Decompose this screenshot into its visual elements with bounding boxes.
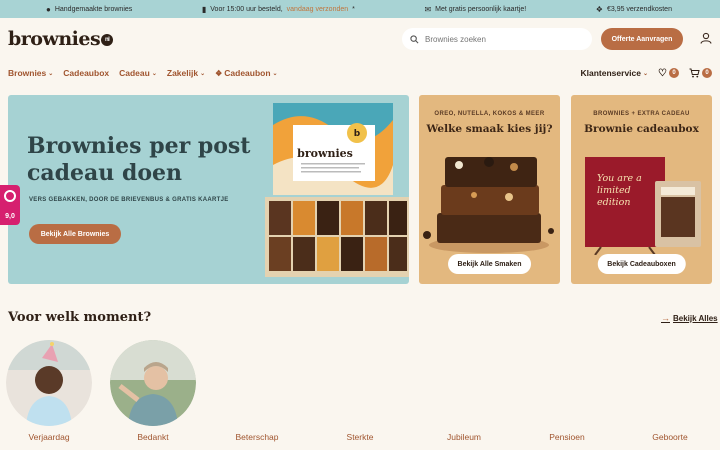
nav-brownies-label: Brownies <box>8 68 47 78</box>
nav-item-cadeaubox[interactable]: Cadeaubox <box>63 68 109 78</box>
arrow-right-icon: → <box>661 313 670 323</box>
usp-shipping-accent: vandaag verzonden <box>286 5 349 13</box>
moment-label-sterkte[interactable]: Sterkte <box>315 432 405 442</box>
moment-label-jubileum[interactable]: Jubileum <box>419 432 509 442</box>
wishlist-count: 0 <box>669 68 679 78</box>
moment-bedankt-image[interactable] <box>110 340 196 431</box>
usp-card: ✉ Met gratis persoonlijk kaartje! <box>424 5 526 14</box>
box-logo: brownies <box>297 147 353 160</box>
moment-label-verjaardag[interactable]: Verjaardag <box>4 432 94 442</box>
brownie-stack-image <box>423 157 554 253</box>
klantenservice-menu[interactable]: Klantenservice ⌄ <box>581 68 649 78</box>
flavours-kicker: OREO, NUTELLA, KOKOS & MEER <box>434 111 545 117</box>
moments-title: Voor welk moment? <box>8 310 152 325</box>
heart-icon: ♡ <box>658 67 667 79</box>
chevron-down-icon: ⌄ <box>272 70 278 77</box>
gift-card-icon: ❖ <box>215 68 223 78</box>
nav-cadeaubon-label: Cadeaubon <box>224 68 271 78</box>
limited-edition-card-text: You are a limited edition <box>597 173 642 208</box>
usp-costs: ❖ €3,95 verzendkosten <box>596 5 672 14</box>
usp-costs-label: €3,95 verzendkosten <box>606 5 672 13</box>
logo-badge: nl <box>101 34 114 46</box>
review-widget[interactable]: 9,0 <box>0 185 20 225</box>
svg-text:b: b <box>354 129 361 139</box>
moment-verjaardag-image[interactable] <box>6 340 92 431</box>
nav-cadeau-label: Cadeau <box>119 68 150 78</box>
nav-cadeaubox-label: Cadeaubox <box>63 68 110 78</box>
nav-zakelijk-label: Zakelijk <box>166 68 199 78</box>
flavours-title: Welke smaak kies jij? <box>426 123 553 135</box>
logo-text: brownies <box>8 28 101 50</box>
chevron-down-icon: ⌄ <box>200 70 206 77</box>
site-header: brownies nl Offerte Aanvragen <box>0 18 720 60</box>
review-score: 9,0 <box>5 212 15 220</box>
offerte-button[interactable]: Offerte Aanvragen <box>601 28 683 50</box>
usp-card-label: Met gratis persoonlijk kaartje! <box>435 5 527 13</box>
moment-label-geboorte[interactable]: Geboorte <box>625 432 715 442</box>
cart-button[interactable]: 0 <box>689 68 712 78</box>
moment-label-beterschap[interactable]: Beterschap <box>212 432 302 442</box>
chevron-down-icon: ⌄ <box>48 70 54 77</box>
giftbox-card[interactable]: BROWNIES + EXTRA CADEAU Brownie cadeaubo… <box>571 95 712 284</box>
gift-icon: ❖ <box>595 4 603 14</box>
search-input[interactable] <box>425 34 575 44</box>
envelope-icon: ✉ <box>424 4 432 14</box>
hero-subtitle: VERS GEBAKKEN, DOOR DE BRIEVENBUS & GRAT… <box>29 197 229 203</box>
klantenservice-label: Klantenservice <box>580 68 641 78</box>
usp-shipping: ▮ Voor 15:00 uur besteld, vandaag verzon… <box>202 5 355 14</box>
giftbox-title: Brownie cadeaubox <box>584 123 699 135</box>
truck-icon: ▮ <box>201 4 207 14</box>
site-logo[interactable]: brownies nl <box>8 28 114 50</box>
review-logo-icon <box>4 190 16 203</box>
cart-count: 0 <box>702 68 712 78</box>
hero-title: Brownies per post cadeau doen <box>27 133 251 186</box>
giftbox-kicker: BROWNIES + EXTRA CADEAU <box>593 111 690 117</box>
nav-item-cadeaubon[interactable]: ❖ Cadeaubon ⌄ <box>215 68 277 78</box>
cupcake-icon: ● <box>46 4 51 14</box>
usp-handmade: ● Handgemaakte brownies <box>46 5 132 14</box>
search-icon <box>410 34 419 43</box>
view-all-brownies-button[interactable]: Bekijk Alle Brownies <box>29 224 121 244</box>
view-all-moments-link[interactable]: → Bekijk Alles <box>661 313 718 323</box>
flavours-card[interactable]: OREO, NUTELLA, KOKOS & MEER Welke smaak … <box>419 95 560 284</box>
birthday-photo <box>6 340 92 426</box>
brownie-box-image: b brownies <box>265 103 409 277</box>
main-nav: Brownies ⌄ Cadeaubox Cadeau ⌄ Zakelijk ⌄ ❖ C… <box>0 64 720 82</box>
nav-item-cadeau[interactable]: Cadeau ⌄ <box>119 68 157 78</box>
thank-you-photo <box>110 340 196 426</box>
chevron-down-icon: ⌄ <box>643 70 649 77</box>
wishlist-button[interactable]: ♡ 0 <box>658 68 679 79</box>
moment-label-pensioen[interactable]: Pensioen <box>522 432 612 442</box>
view-flavours-button[interactable]: Bekijk Alle Smaken <box>447 254 532 274</box>
usp-handmade-label: Handgemaakte brownies <box>54 5 133 13</box>
chevron-down-icon: ⌄ <box>151 70 157 77</box>
hero-banner[interactable]: Brownies per post cadeau doen VERS GEBAK… <box>8 95 409 284</box>
cart-icon <box>689 68 700 78</box>
nav-item-brownies[interactable]: Brownies ⌄ <box>8 68 53 78</box>
moment-label-bedankt[interactable]: Bedankt <box>108 432 198 442</box>
nav-utilities: Klantenservice ⌄ ♡ 0 0 <box>581 64 712 82</box>
search-bar[interactable] <box>402 28 592 50</box>
usp-bar: ● Handgemaakte brownies ▮ Voor 15:00 uur… <box>0 0 720 18</box>
view-all-label: Bekijk Alles <box>673 313 718 323</box>
user-icon[interactable] <box>700 32 712 44</box>
view-giftboxes-button[interactable]: Bekijk Cadeauboxen <box>597 254 686 274</box>
usp-shipping-suffix: * <box>352 5 355 13</box>
nav-item-zakelijk[interactable]: Zakelijk ⌄ <box>167 68 205 78</box>
usp-shipping-prefix: Voor 15:00 uur besteld, <box>210 5 283 13</box>
